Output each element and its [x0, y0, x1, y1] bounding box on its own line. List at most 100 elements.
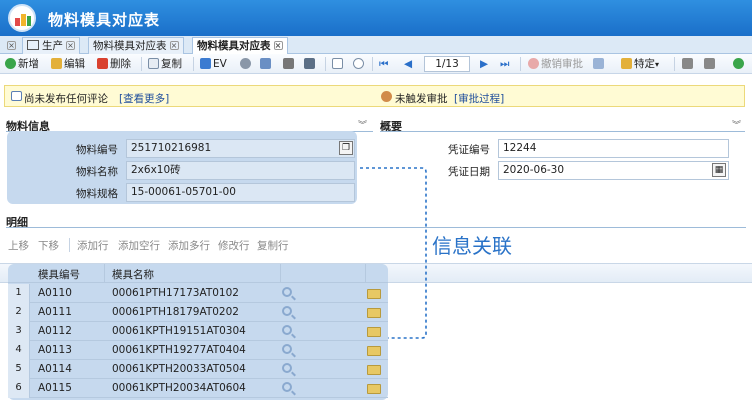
- cell-mold-code[interactable]: A0114: [38, 363, 72, 375]
- calendar-icon[interactable]: ▦: [712, 163, 726, 177]
- close-icon[interactable]: ×: [273, 41, 283, 50]
- cell-mold-code[interactable]: A0112: [38, 325, 72, 337]
- window-icon: [27, 40, 39, 50]
- unlink-button[interactable]: [704, 57, 717, 71]
- close-icon[interactable]: ×: [66, 41, 75, 50]
- mail-icon: [332, 58, 343, 69]
- unlink-icon: [704, 58, 715, 69]
- table-row[interactable]: 3 A0112 00061KPTH19151AT0304: [8, 322, 388, 341]
- cell-mold-code[interactable]: A0115: [38, 382, 72, 394]
- tab-material-mold-2[interactable]: 物料模具对应表 ×: [192, 37, 288, 54]
- lookup-button-icon[interactable]: ❐: [339, 141, 353, 155]
- ev-label: EV: [213, 58, 227, 70]
- column-header-mold-name[interactable]: 模具名称: [112, 267, 154, 282]
- column-header-mold-code[interactable]: 模具编号: [38, 267, 80, 282]
- new-label: 新增: [18, 58, 39, 70]
- table-row[interactable]: 2 A0111 00061PTH18179AT0202: [8, 303, 388, 322]
- search-icon[interactable]: [282, 382, 292, 392]
- collapse-icon[interactable]: ︾: [732, 118, 741, 131]
- row-number: 4: [8, 341, 30, 360]
- field-label: 物料规格: [76, 188, 118, 200]
- material-name-field[interactable]: 2x6x10砖: [126, 161, 355, 180]
- ev-button[interactable]: EV: [200, 57, 227, 71]
- edit-row-button[interactable]: 修改行: [218, 238, 250, 253]
- export-icon: [260, 58, 271, 69]
- voucher-number-field[interactable]: 12244: [498, 139, 729, 158]
- field-label: 物料名称: [76, 166, 118, 178]
- gear-icon: [240, 58, 251, 69]
- settings-button[interactable]: [240, 57, 253, 71]
- tab-label: 物料模具对应表: [197, 40, 271, 52]
- page-indicator[interactable]: 1/13: [424, 56, 470, 72]
- special-label: 特定: [634, 58, 655, 70]
- approve-button[interactable]: [593, 57, 606, 71]
- delete-button[interactable]: 删除: [97, 57, 131, 71]
- field-label: 凭证编号: [448, 144, 490, 156]
- special-icon: [621, 58, 632, 69]
- material-code-field[interactable]: 251710216981: [126, 139, 355, 158]
- view-more-link[interactable]: [查看更多]: [119, 91, 169, 106]
- collapse-icon[interactable]: ︾: [358, 118, 367, 131]
- cell-mold-name[interactable]: 00061KPTH20034AT0604: [112, 382, 246, 394]
- tab-scroll-close-icon[interactable]: ×: [4, 39, 16, 52]
- folder-icon[interactable]: [367, 384, 381, 394]
- copy-button[interactable]: 复制: [148, 57, 182, 71]
- table-row[interactable]: 5 A0114 00061KPTH20033AT0504: [8, 360, 388, 379]
- print-preview-button[interactable]: [304, 57, 317, 71]
- first-page-button[interactable]: ⏮: [379, 57, 388, 71]
- search-icon[interactable]: [282, 363, 292, 373]
- cell-mold-name[interactable]: 00061PTH17173AT0102: [112, 287, 239, 299]
- table-row[interactable]: 1 A0110 00061PTH17173AT0102: [8, 284, 388, 303]
- row-number: 3: [8, 322, 30, 341]
- toolbar: 新增 编辑 删除 复制 EV ⏮ ◀ ▶ ⏭ 撤销审批 特定▾: [0, 54, 752, 74]
- search-icon[interactable]: [282, 344, 292, 354]
- search-icon[interactable]: [282, 306, 292, 316]
- table-row[interactable]: 4 A0113 00061KPTH19277AT0404: [8, 341, 388, 360]
- tab-material-mold-1[interactable]: 物料模具对应表 ×: [88, 37, 184, 54]
- edit-button[interactable]: 编辑: [51, 57, 85, 71]
- special-dropdown[interactable]: 特定▾: [621, 57, 659, 71]
- folder-icon[interactable]: [367, 365, 381, 375]
- comment-button[interactable]: [353, 57, 366, 71]
- new-button[interactable]: 新增: [5, 57, 39, 71]
- close-icon[interactable]: ×: [169, 41, 179, 50]
- next-page-button[interactable]: ▶: [480, 57, 488, 71]
- approval-process-link[interactable]: [审批过程]: [454, 91, 504, 106]
- material-spec-field[interactable]: 15-00061-05701-00: [126, 183, 355, 202]
- cell-mold-name[interactable]: 00061KPTH19277AT0404: [112, 344, 246, 356]
- print-button[interactable]: [283, 57, 296, 71]
- table-row[interactable]: 6 A0115 00061KPTH20034AT0604: [8, 379, 388, 398]
- folder-icon[interactable]: [367, 346, 381, 356]
- row-number: 5: [8, 360, 30, 379]
- export-button[interactable]: [260, 57, 273, 71]
- prev-page-button[interactable]: ◀: [404, 57, 412, 71]
- add-row-button[interactable]: 添加行: [77, 238, 109, 253]
- cell-mold-code[interactable]: A0110: [38, 287, 72, 299]
- voucher-date-field[interactable]: 2020-06-30: [498, 161, 729, 180]
- add-empty-row-button[interactable]: 添加空行: [118, 238, 160, 253]
- move-up-button[interactable]: 上移: [8, 238, 29, 253]
- cell-mold-code[interactable]: A0111: [38, 306, 72, 318]
- cell-mold-name[interactable]: 00061KPTH20033AT0504: [112, 363, 246, 375]
- move-down-button[interactable]: 下移: [38, 238, 59, 253]
- withdraw-icon: [528, 58, 539, 69]
- row-number: 6: [8, 379, 30, 398]
- cell-mold-name[interactable]: 00061PTH18179AT0202: [112, 306, 239, 318]
- mail-button[interactable]: [332, 57, 345, 71]
- delete-label: 删除: [110, 58, 131, 70]
- app-title: 物料模具对应表: [48, 11, 161, 29]
- link-button[interactable]: [682, 57, 695, 71]
- refresh-button[interactable]: [733, 57, 746, 71]
- last-page-button[interactable]: ⏭: [500, 57, 509, 71]
- copy-label: 复制: [161, 58, 182, 70]
- tab-production[interactable]: 生产 ×: [22, 37, 80, 54]
- search-icon[interactable]: [282, 287, 292, 297]
- withdraw-label: 撤销审批: [541, 58, 583, 70]
- add-multiple-rows-button[interactable]: 添加多行: [168, 238, 210, 253]
- withdraw-approval-button[interactable]: 撤销审批: [528, 57, 583, 71]
- search-icon[interactable]: [282, 325, 292, 335]
- edit-label: 编辑: [64, 58, 85, 70]
- cell-mold-name[interactable]: 00061KPTH19151AT0304: [112, 325, 246, 337]
- copy-row-button[interactable]: 复制行: [257, 238, 289, 253]
- cell-mold-code[interactable]: A0113: [38, 344, 72, 356]
